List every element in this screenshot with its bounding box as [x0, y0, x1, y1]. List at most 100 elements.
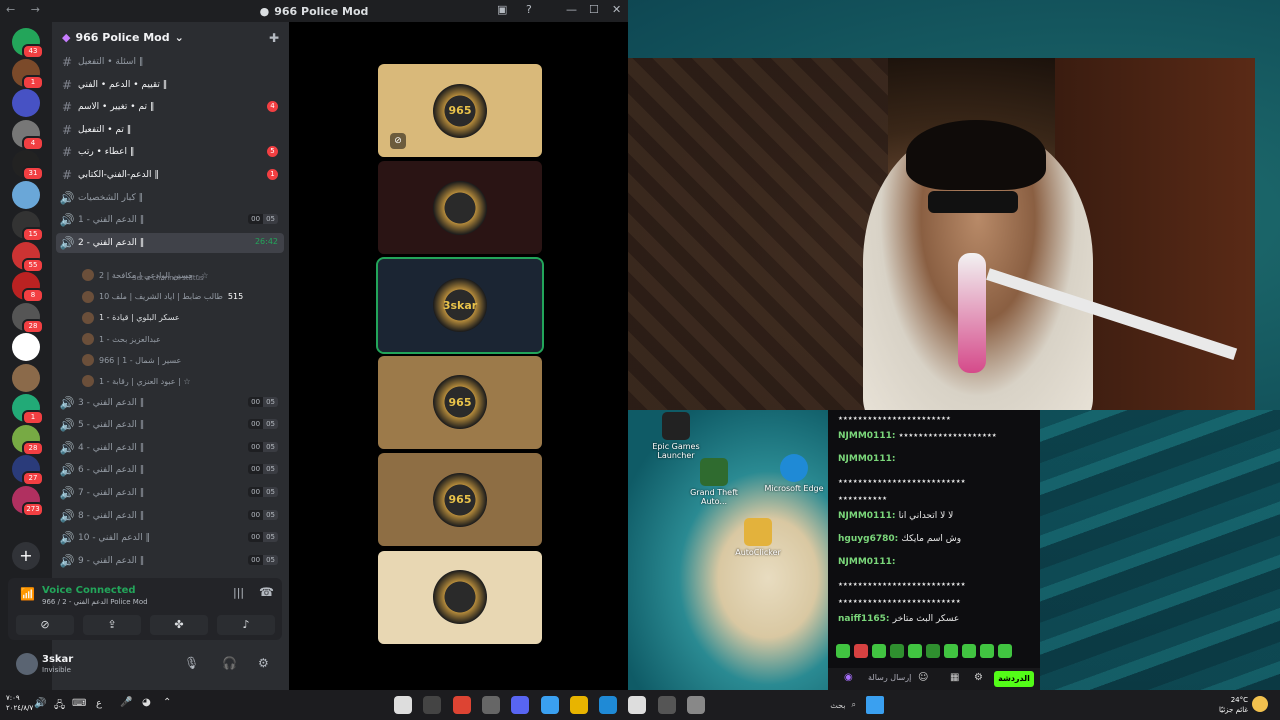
voice-channel-item[interactable]: 🔊 الدعم الفني - 8 ‖ 00 05 [56, 506, 284, 526]
microphone-icon[interactable]: 🎙 [184, 656, 199, 670]
close-button[interactable]: ✕ [612, 3, 621, 16]
desktop-icon-epic[interactable]: Epic Games Launcher [646, 412, 706, 460]
voice-tile[interactable]: 965 ⊘ [378, 64, 542, 157]
voice-channel-item[interactable]: 🔊 الدعم الفني - 3 ‖ 00 05 [56, 393, 284, 413]
server-icon-7[interactable]: 55 [12, 241, 44, 273]
channel-item[interactable]: # تم • التفعيل ‖ [56, 120, 284, 140]
gear-icon[interactable]: ⚙ [258, 656, 269, 670]
server-icon-5[interactable] [12, 180, 40, 209]
voice-user[interactable]: طالب ضابط | اياد الشريف | ملف 10 515 [82, 287, 282, 307]
voice-user[interactable]: عسكر البلوي | قيادة - 1 [82, 308, 282, 328]
emote-icon[interactable]: ◉ [844, 672, 853, 683]
server-icon-15[interactable]: 273 [12, 485, 44, 517]
server-icon-12[interactable]: 1 [12, 394, 44, 425]
camera-button[interactable]: ⊘ [16, 615, 74, 635]
server-icon-8[interactable]: 8 [12, 272, 44, 303]
discord-icon[interactable] [511, 696, 530, 714]
voice-tile[interactable]: 965 [378, 453, 542, 547]
voice-user[interactable]: عبود العنزي | رقابة - 1 | ☆ [82, 371, 282, 391]
chat-input[interactable]: إرسال رسالة [868, 673, 911, 682]
channel-item[interactable]: # اعطاء • رتب ‖ 5 [56, 142, 284, 162]
username[interactable]: 3skar [42, 654, 73, 665]
emote-bar[interactable] [836, 644, 1012, 658]
voice-channel-item[interactable]: 🔊 الدعم الفني - 9 ‖ 00 05 [56, 551, 284, 571]
voice-channel-item[interactable]: 🔊 الدعم الفني - 4 ‖ 00 05 [56, 438, 284, 458]
chat-username[interactable]: NJMM0111: [838, 511, 899, 521]
voice-channel-item[interactable]: 🔊 الدعم الفني - 6 ‖ 00 05 [56, 460, 284, 480]
desktop-icon-edge[interactable]: Microsoft Edge [764, 454, 824, 493]
chat-username[interactable]: hguyg6780: [838, 534, 901, 544]
add-server-button[interactable]: + [12, 542, 40, 570]
voice-tile[interactable]: 965 [378, 355, 542, 449]
nav-arrows[interactable]: ← → [6, 3, 46, 16]
desktop-icon-autoclicker[interactable]: AutoClicker [728, 518, 788, 557]
screenshare-button[interactable]: ⇪ [83, 615, 141, 635]
add-member-icon[interactable]: ✚ [269, 31, 279, 45]
soundboard-button[interactable]: ♪ [217, 615, 275, 635]
settings-icon[interactable] [481, 696, 500, 714]
tray-overflow-icon[interactable]: ⌃ [163, 697, 171, 708]
server-icon-14[interactable]: 27 [12, 455, 44, 486]
headphones-icon[interactable]: 🎧 [222, 656, 237, 670]
server-header[interactable]: ◆ 966 Police Mod ⌄ ✚ [52, 22, 289, 52]
start-button[interactable] [866, 696, 884, 714]
server-icon-2[interactable] [12, 89, 40, 117]
server-icon-13[interactable]: 28 [12, 424, 44, 456]
channel-item[interactable]: # اسئلة • التفعيل ‖ [56, 52, 284, 72]
chat-username[interactable]: naiff1165: [838, 614, 893, 624]
language-indicator[interactable]: ع [96, 698, 102, 709]
channel-item[interactable]: # الدعم-الفني-الكتابي ‖ 1 [56, 165, 284, 185]
tray-app-icon[interactable]: ◕ [142, 697, 151, 708]
server-icon-4[interactable]: 31 [12, 150, 44, 181]
server-icon-6[interactable]: 15 [12, 211, 44, 242]
server-icon-11[interactable] [12, 363, 40, 392]
server-icon-1[interactable]: 1 [12, 58, 44, 90]
channel-item[interactable]: # تقييم • الدعم • الفني ‖ [56, 75, 284, 95]
voice-tile[interactable] [378, 161, 542, 255]
chat-send-button[interactable]: الدردشة [994, 671, 1034, 687]
app-icon[interactable] [452, 696, 471, 714]
desktop-icon-gta[interactable]: Grand Theft Auto... [684, 458, 744, 506]
server-icon-3[interactable]: 4 [12, 119, 44, 151]
obs-icon[interactable] [423, 696, 442, 714]
minimize-button[interactable]: — [566, 3, 577, 16]
voice-channel-item[interactable]: 🔊 الدعم الفني - 1 ‖ 00 05 [56, 210, 284, 230]
voice-tile[interactable] [378, 550, 542, 644]
keyboard-icon[interactable]: ⌨ [72, 698, 86, 709]
channel-status[interactable]: Set a channel status [132, 274, 204, 282]
inbox-icon[interactable]: ▣ [497, 3, 507, 16]
server-icon-9[interactable]: 28 [12, 302, 44, 334]
widgets-icon[interactable] [687, 696, 705, 714]
chat-username[interactable]: NJMM0111: [838, 557, 895, 567]
voice-tile[interactable]: 3skar [376, 256, 544, 354]
network-icon[interactable]: 🖧 [54, 698, 65, 715]
settings-icon[interactable]: ⚙ [974, 672, 983, 683]
noise-suppression-icon[interactable]: ||| [233, 586, 244, 599]
maximize-button[interactable]: ☐ [589, 3, 599, 16]
copilot-icon[interactable] [657, 696, 676, 714]
voice-connected-label[interactable]: Voice Connected [42, 585, 136, 596]
smiley-icon[interactable]: ☺ [918, 672, 928, 683]
server-icon-0[interactable]: 43 [12, 28, 44, 59]
chat-username[interactable]: NJMM0111: [838, 454, 895, 464]
voice-channel-item[interactable]: 🔊 الدعم الفني - 2 ‖ 26:42 [56, 232, 284, 253]
edge-icon[interactable] [599, 696, 618, 714]
explorer-icon[interactable] [569, 696, 588, 714]
chrome-icon[interactable] [540, 696, 559, 714]
gift-icon[interactable]: ▦ [950, 672, 959, 683]
mic-tray-icon[interactable]: 🎤 [120, 697, 132, 708]
voice-channel-item[interactable]: 🔊 الدعم الفني - 5 ‖ 00 05 [56, 415, 284, 435]
avatar[interactable] [16, 653, 38, 675]
channel-item[interactable]: # تم • تغيير • الاسم ‖ 4 [56, 97, 284, 117]
taskbar-search[interactable]: بحث ⌕ [790, 696, 856, 714]
voice-user[interactable]: عبدالعزيز بحث - 1 [82, 329, 282, 349]
chat-username[interactable]: NJMM0111: [838, 431, 899, 441]
activities-button[interactable]: ✤ [150, 615, 208, 635]
weather-widget[interactable]: 24°C غائم جزئيًا [1218, 695, 1248, 715]
voice-channel-item[interactable]: 🔊 الدعم الفني - 7 ‖ 00 05 [56, 483, 284, 503]
disconnect-icon[interactable]: ☎ [259, 585, 274, 599]
voice-location[interactable]: الدعم الفني - 2 / 966 Police Mod [42, 598, 148, 606]
taskview-icon[interactable] [394, 696, 412, 714]
server-icon-10[interactable] [12, 333, 40, 361]
signal-icon[interactable]: 📶 [20, 587, 35, 601]
